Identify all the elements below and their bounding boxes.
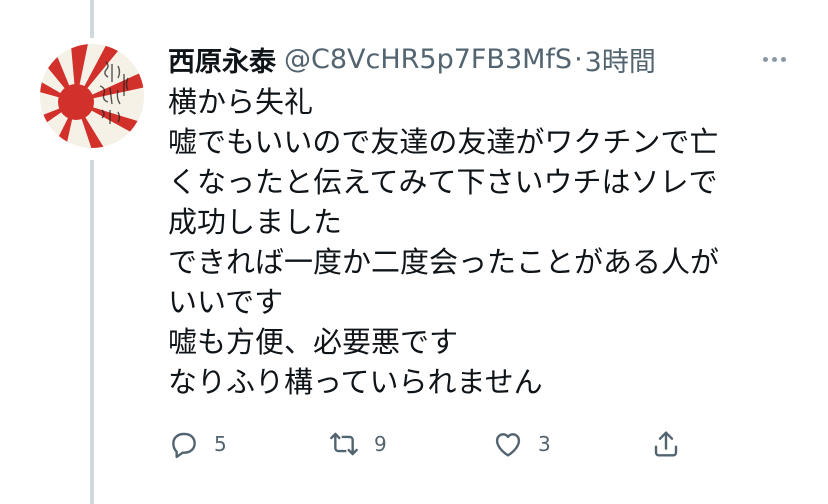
thread-connector-bottom	[90, 160, 94, 504]
rising-sun-flag-image	[40, 44, 144, 148]
author-handle[interactable]: @C8VcHR5p7FB3MfS	[284, 44, 572, 75]
retweet-button[interactable]: 9	[328, 424, 387, 464]
reply-button[interactable]: 5	[168, 424, 227, 464]
tweet-text-line: 嘘でもいいので友達の友達がワクチンで亡	[168, 125, 719, 159]
thread-connector-top	[90, 0, 94, 38]
more-icon[interactable]	[763, 40, 786, 78]
avatar[interactable]	[40, 44, 144, 148]
retweet-icon	[330, 432, 358, 456]
author-name[interactable]: 西原永泰	[168, 40, 276, 79]
tweet-text-line: 横から失礼	[168, 85, 314, 119]
tweet-text-line: 成功しました	[168, 205, 343, 239]
tweet-text-line: いいです	[168, 285, 284, 319]
heart-icon	[495, 433, 521, 457]
share-icon	[654, 431, 678, 457]
tweet-header: 西原永泰 @C8VcHR5p7FB3MfS · 3時間	[168, 40, 808, 78]
tweet-actions: 5 9 3	[168, 424, 728, 464]
tweet-text-line: 嘘も方便、必要悪です	[168, 325, 459, 359]
like-count: 3	[538, 432, 551, 456]
like-button[interactable]: 3	[492, 424, 551, 464]
timestamp[interactable]: 3時間	[585, 40, 656, 79]
reply-icon	[172, 432, 196, 459]
tweet-text-line: くなったと伝えてみて下さいウチはソレで	[168, 165, 718, 199]
separator-dot: ·	[574, 43, 583, 75]
share-button[interactable]	[650, 424, 682, 464]
tweet-text-line: できれば一度か二度会ったことがある人が	[168, 245, 720, 279]
retweet-count: 9	[374, 432, 387, 456]
tweet-text-line: なりふり構っていられません	[168, 365, 543, 399]
reply-count: 5	[214, 432, 227, 456]
tweet-text: 横から失礼 嘘でもいいので友達の友達がワクチンで亡 くなったと伝えてみて下さいウ…	[168, 82, 808, 402]
